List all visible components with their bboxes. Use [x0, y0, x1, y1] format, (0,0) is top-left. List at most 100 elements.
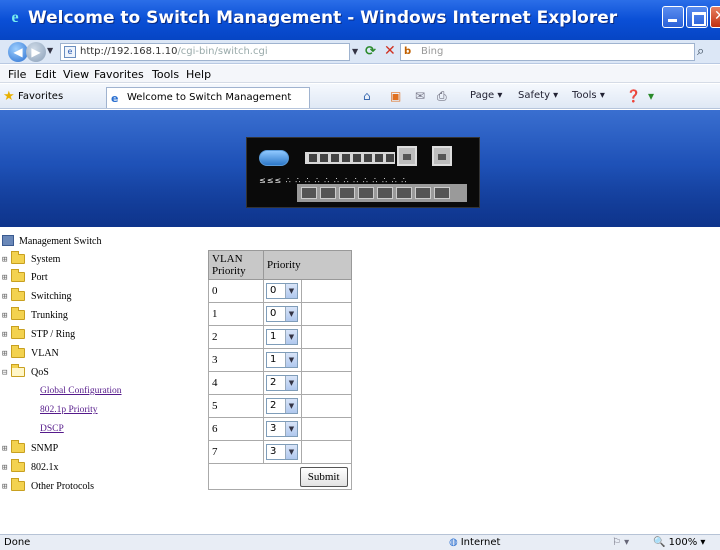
tab-title: Welcome to Switch Management — [127, 92, 292, 103]
folder-icon — [11, 269, 25, 282]
security-zone[interactable]: ◍ Internet — [449, 537, 500, 548]
submit-button[interactable]: Submit — [299, 466, 348, 487]
priority-value: 1 — [270, 331, 277, 342]
tree-node-trunking[interactable]: ⊞ Trunking — [2, 307, 68, 321]
link-global-configuration[interactable]: Global Configuration — [40, 386, 122, 396]
tree-node-snmp[interactable]: ⊞ SNMP — [2, 440, 59, 454]
page-menu[interactable]: Page ▾ — [470, 90, 502, 101]
priority-select[interactable]: 0 ▼ — [266, 306, 298, 322]
menu-help[interactable]: Help — [186, 68, 211, 81]
chevron-down-icon[interactable]: ▼ — [285, 445, 297, 459]
expand-icon[interactable]: ⊞ — [2, 330, 11, 340]
empty-cell — [301, 348, 352, 372]
tree-node-switching[interactable]: ⊞ Switching — [2, 288, 72, 302]
chevron-down-icon[interactable]: ▼ — [285, 353, 297, 367]
window-titlebar: e Welcome to Switch Management - Windows… — [0, 0, 720, 40]
help-icon[interactable]: ❓ — [626, 89, 641, 103]
refresh-icon[interactable]: ⟳ — [365, 44, 376, 59]
search-engine-label: Bing — [421, 46, 444, 57]
tree-node-label: Port — [31, 272, 48, 283]
priority-value: 0 — [270, 308, 277, 319]
search-icon[interactable]: ⌕ — [697, 44, 704, 59]
feeds-icon[interactable]: ▣ — [390, 89, 401, 103]
menu-view[interactable]: View — [63, 68, 89, 81]
tree-node-port[interactable]: ⊞ Port — [2, 269, 48, 283]
expand-icon[interactable]: ⊞ — [2, 482, 11, 492]
uplink-port-2-icon — [432, 146, 452, 166]
forward-button[interactable]: ▶ — [26, 42, 46, 62]
mail-icon[interactable]: ✉ — [415, 89, 425, 103]
tree-node-qos[interactable]: ⊟ QoS — [2, 364, 49, 378]
chevron-down-icon[interactable]: ▼ — [285, 422, 297, 436]
home-icon[interactable]: ⌂ — [363, 89, 371, 103]
page-menu-label: Page — [470, 90, 495, 101]
print-icon[interactable]: ⎙ — [437, 89, 447, 104]
tree-root[interactable]: Management Switch — [2, 235, 101, 247]
menu-tools[interactable]: Tools — [152, 68, 179, 81]
tree-node-8021x[interactable]: ⊞ 802.1x — [2, 459, 59, 473]
priority-select[interactable]: 3 ▼ — [266, 444, 298, 460]
tree-node-system[interactable]: ⊞ System — [2, 251, 60, 265]
tree-node-stp-ring[interactable]: ⊞ STP / Ring — [2, 326, 75, 340]
menu-file[interactable]: File — [8, 68, 26, 81]
empty-cell — [301, 371, 352, 395]
collapse-icon[interactable]: ⊟ — [2, 368, 11, 378]
favorites-button[interactable]: Favorites — [18, 91, 63, 102]
research-icon[interactable]: ▾ — [648, 89, 654, 103]
expand-icon[interactable]: ⊞ — [2, 463, 11, 473]
history-dropdown-icon[interactable]: ▼ — [47, 46, 53, 55]
menu-edit[interactable]: Edit — [35, 68, 56, 81]
url-input[interactable]: e http://192.168.1.10/cgi-bin/switch.cgi — [60, 43, 350, 61]
empty-cell — [301, 394, 352, 418]
link-dscp[interactable]: DSCP — [40, 424, 64, 434]
menu-favorites[interactable]: Favorites — [94, 68, 144, 81]
tree-node-label: SNMP — [31, 443, 59, 454]
priority-select[interactable]: 2 ▼ — [266, 375, 298, 391]
favorites-star-icon[interactable]: ★ — [3, 89, 15, 104]
chevron-down-icon[interactable]: ▼ — [285, 376, 297, 390]
vlan-priority-cell: 0 — [208, 279, 264, 303]
maximize-button[interactable] — [686, 6, 708, 28]
folder-icon — [11, 345, 25, 358]
tools-menu[interactable]: Tools ▾ — [572, 90, 605, 101]
back-button[interactable]: ◀ — [8, 42, 28, 62]
priority-select[interactable]: 3 ▼ — [266, 421, 298, 437]
tree-node-other-protocols[interactable]: ⊞ Other Protocols — [2, 478, 94, 492]
chevron-down-icon[interactable]: ▼ — [285, 284, 297, 298]
link-8021p-priority[interactable]: 802.1p Priority — [40, 405, 98, 415]
priority-cell: 0 ▼ — [262, 302, 303, 326]
url-dropdown-icon[interactable]: ▼ — [352, 47, 358, 56]
protected-mode-icon[interactable]: ⚐ ▾ — [612, 537, 629, 548]
folder-icon — [11, 459, 25, 472]
table-row: 4 2 ▼ — [208, 371, 352, 395]
priority-select[interactable]: 1 ▼ — [266, 329, 298, 345]
minimize-button[interactable] — [662, 6, 684, 28]
table-row: 7 3 ▼ — [208, 440, 352, 464]
chevron-down-icon[interactable]: ▼ — [285, 307, 297, 321]
safety-menu[interactable]: Safety ▾ — [518, 90, 558, 101]
expand-icon[interactable]: ⊞ — [2, 255, 11, 265]
chevron-down-icon[interactable]: ▼ — [285, 399, 297, 413]
expand-icon[interactable]: ⊞ — [2, 444, 11, 454]
vlan-priority-cell: 2 — [208, 325, 264, 349]
folder-icon — [11, 326, 25, 339]
close-button[interactable] — [710, 6, 720, 28]
vlan-priority-cell: 5 — [208, 394, 264, 418]
priority-select[interactable]: 2 ▼ — [266, 398, 298, 414]
priority-select[interactable]: 0 ▼ — [266, 283, 298, 299]
stop-icon[interactable]: ✕ — [384, 43, 396, 59]
priority-select[interactable]: 1 ▼ — [266, 352, 298, 368]
search-input[interactable]: b Bing — [400, 43, 695, 61]
submit-row: Submit — [208, 463, 352, 490]
browser-tab[interactable]: e Welcome to Switch Management — [106, 87, 310, 108]
expand-icon[interactable]: ⊞ — [2, 311, 11, 321]
expand-icon[interactable]: ⊞ — [2, 349, 11, 359]
tree-node-vlan[interactable]: ⊞ VLAN — [2, 345, 59, 359]
globe-icon: ◍ — [449, 537, 458, 548]
expand-icon[interactable]: ⊞ — [2, 292, 11, 302]
expand-icon[interactable]: ⊞ — [2, 273, 11, 283]
zoom-control[interactable]: 🔍 100% ▾ — [653, 537, 705, 548]
console-port-icon — [259, 150, 289, 166]
vlan-priority-cell: 1 — [208, 302, 264, 326]
chevron-down-icon[interactable]: ▼ — [285, 330, 297, 344]
